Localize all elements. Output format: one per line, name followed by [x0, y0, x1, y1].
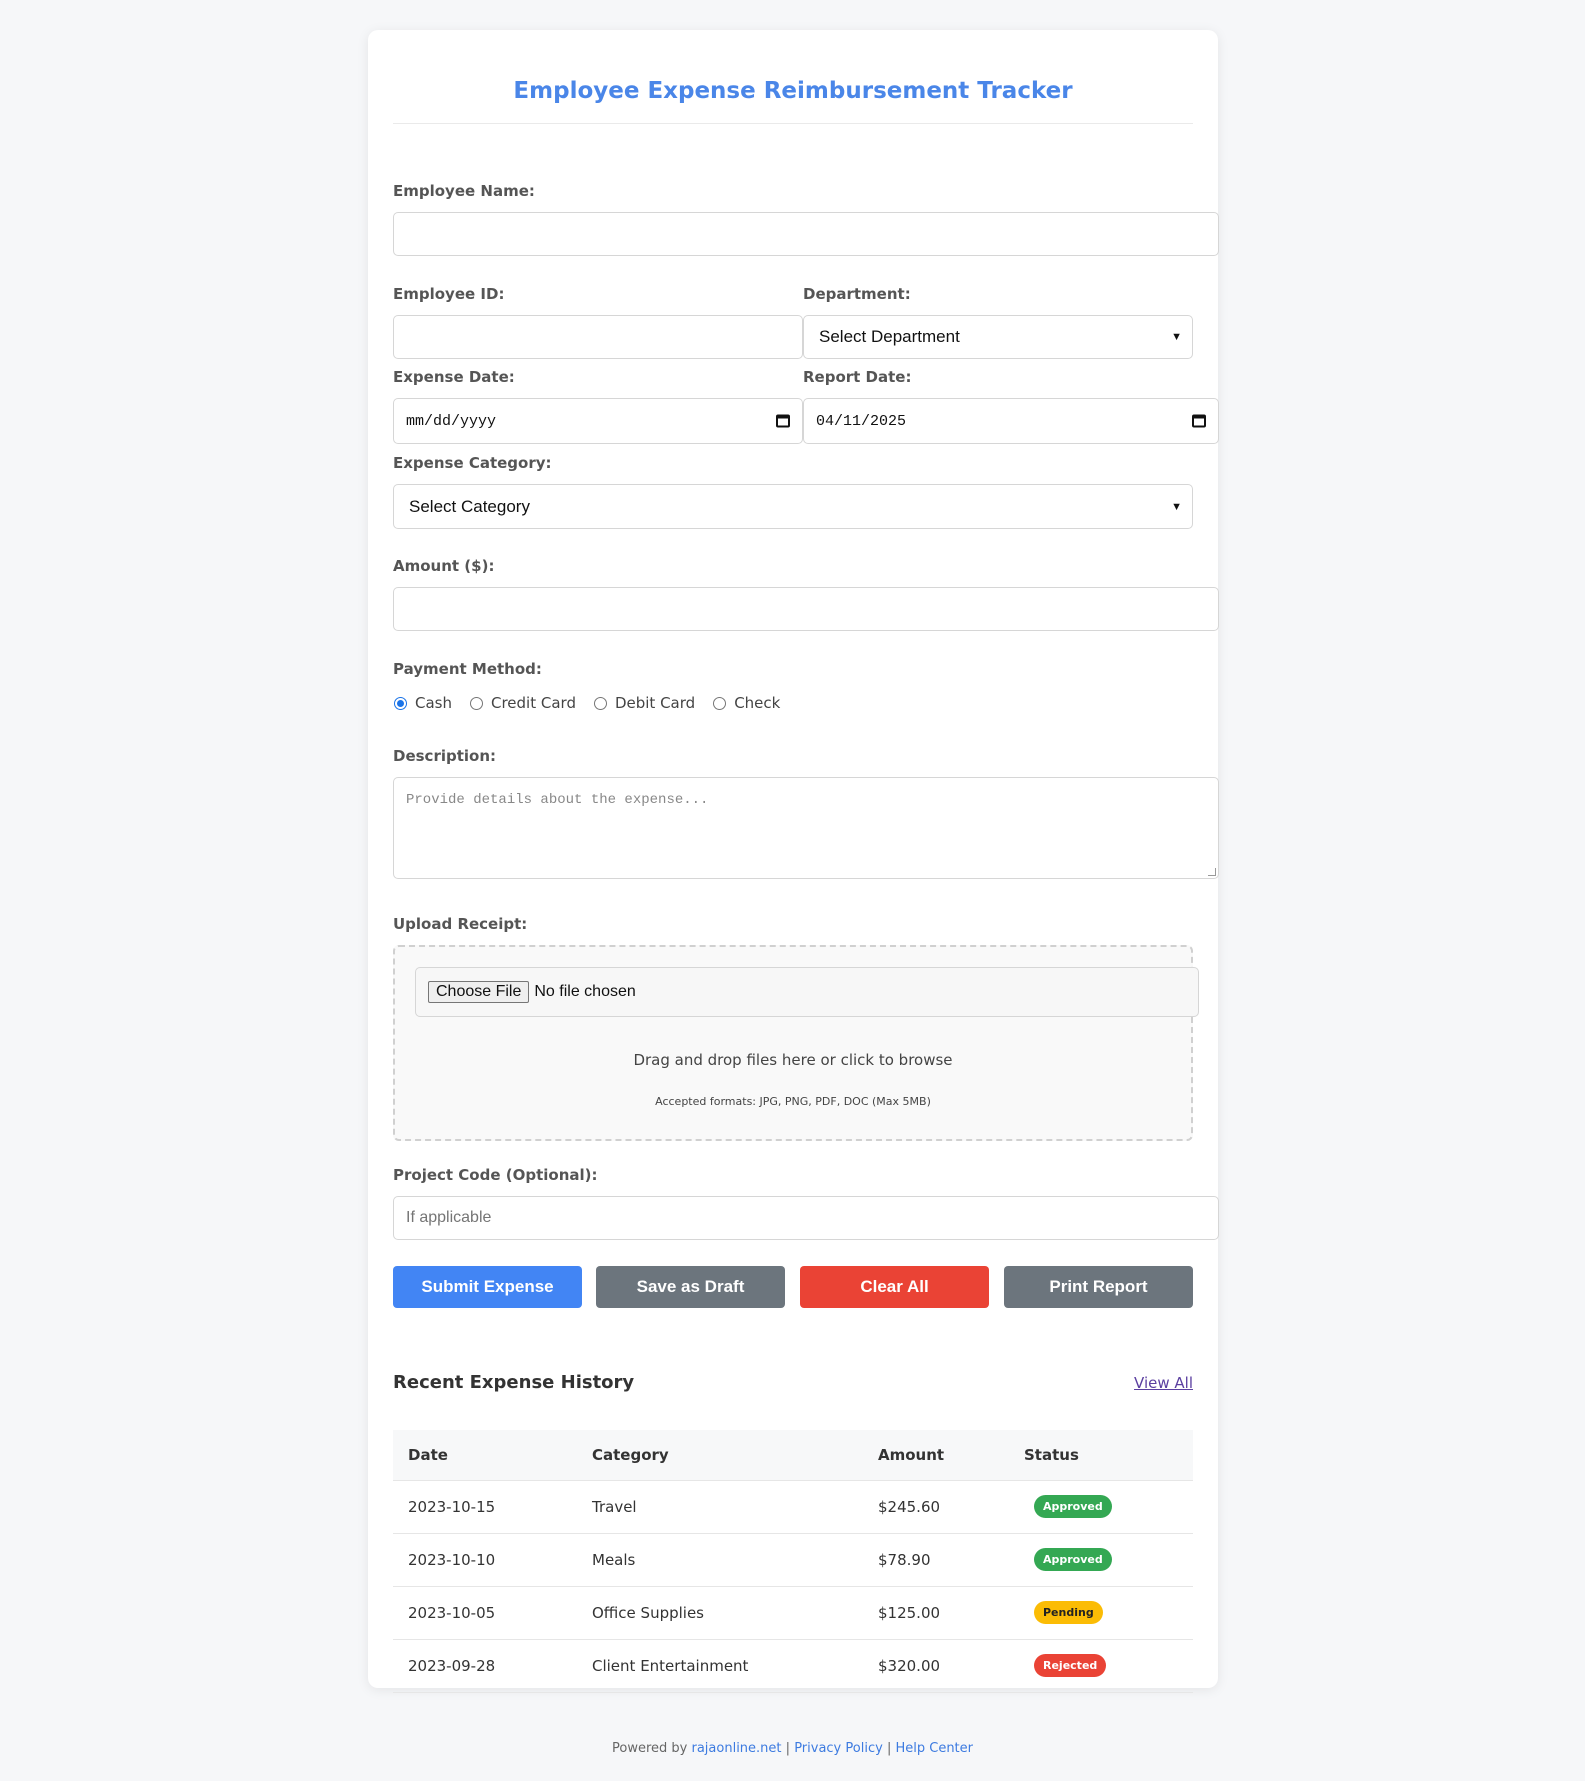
row-date: 2023-10-10: [393, 1533, 577, 1587]
footer-separator: |: [785, 1741, 791, 1756]
column-header-date: Date: [393, 1430, 577, 1481]
file-status-text: No file chosen: [534, 983, 636, 1000]
expense-category-selected-value: Select Category: [409, 496, 530, 516]
employee-id-input[interactable]: [393, 315, 803, 359]
help-center-link[interactable]: Help Center: [895, 1741, 973, 1756]
description-placeholder: Provide details about the expense...: [406, 792, 709, 808]
project-code-input[interactable]: [393, 1196, 1219, 1240]
status-badge: Approved: [1034, 1548, 1112, 1571]
calendar-icon[interactable]: [776, 414, 790, 428]
department-label: Department:: [803, 285, 911, 303]
employee-name-label: Employee Name:: [393, 182, 535, 200]
row-amount: $78.90: [863, 1533, 1009, 1587]
clear-all-button[interactable]: Clear All: [800, 1266, 989, 1308]
table-header-row: Date Category Amount Status: [393, 1430, 1193, 1481]
department-selected-value: Select Department: [819, 327, 960, 346]
payment-option-label: Check: [734, 694, 781, 712]
payment-method-label: Payment Method:: [393, 660, 542, 678]
expense-history-table: Date Category Amount Status 2023-10-15 T…: [393, 1430, 1193, 1693]
view-all-link[interactable]: View All: [1134, 1374, 1193, 1392]
column-header-amount: Amount: [863, 1430, 1009, 1481]
expense-date-input[interactable]: mm/dd/yyyy: [393, 398, 803, 444]
employee-id-label: Employee ID:: [393, 285, 505, 303]
amount-input[interactable]: [393, 587, 1219, 631]
report-date-value: 04/11/2025: [816, 412, 907, 430]
report-date-input[interactable]: 04/11/2025: [803, 398, 1219, 444]
table-row: 2023-10-15 Travel $245.60 Approved: [393, 1480, 1193, 1534]
expense-category-select[interactable]: Select Category ▼: [393, 484, 1193, 529]
table-row: 2023-09-28 Client Entertainment $320.00 …: [393, 1639, 1193, 1693]
resize-handle-icon[interactable]: [1208, 868, 1216, 876]
radio-icon[interactable]: [713, 696, 727, 710]
row-category: Office Supplies: [577, 1586, 863, 1640]
column-header-category: Category: [577, 1430, 863, 1481]
powered-by-text: Powered by: [612, 1741, 688, 1756]
chevron-down-icon: ▼: [1171, 500, 1182, 513]
radio-icon[interactable]: [593, 696, 607, 710]
privacy-policy-link[interactable]: Privacy Policy: [794, 1741, 883, 1756]
row-date: 2023-10-05: [393, 1586, 577, 1640]
payment-method-group: Cash Credit Card Debit Card Check: [394, 694, 798, 712]
calendar-icon[interactable]: [1192, 414, 1206, 428]
payment-option-label: Credit Card: [491, 694, 576, 712]
payment-option-label: Debit Card: [614, 694, 696, 712]
payment-option-debit-card[interactable]: Debit Card: [593, 694, 696, 712]
row-amount: $320.00: [863, 1639, 1009, 1693]
radio-selected-icon[interactable]: [394, 696, 407, 710]
employee-name-input[interactable]: [393, 212, 1219, 256]
save-draft-button[interactable]: Save as Draft: [596, 1266, 785, 1308]
footer-separator: |: [886, 1741, 892, 1756]
row-category: Client Entertainment: [577, 1639, 863, 1693]
row-date: 2023-09-28: [393, 1639, 577, 1693]
upload-receipt-label: Upload Receipt:: [393, 915, 528, 933]
receipt-dropzone[interactable]: Choose File No file chosen Drag and drop…: [393, 945, 1199, 1141]
chevron-down-icon: ▼: [1171, 331, 1182, 343]
submit-expense-button[interactable]: Submit Expense: [393, 1266, 582, 1308]
row-date: 2023-10-15: [393, 1480, 577, 1534]
print-report-button[interactable]: Print Report: [1004, 1266, 1193, 1308]
page-title: Employee Expense Reimbursement Tracker: [513, 78, 1073, 104]
dropzone-instructions: Drag and drop files here or click to bro…: [633, 1051, 953, 1069]
report-date-label: Report Date:: [803, 368, 912, 386]
expense-date-value: mm/dd/yyyy: [406, 412, 497, 430]
payment-option-credit-card[interactable]: Credit Card: [470, 694, 576, 712]
choose-file-button[interactable]: Choose File: [428, 981, 530, 1003]
column-header-status: Status: [1009, 1430, 1193, 1481]
payment-option-label: Cash: [415, 694, 452, 712]
title-divider: [393, 123, 1193, 124]
table-row: 2023-10-05 Office Supplies $125.00 Pendi…: [393, 1586, 1193, 1640]
description-label: Description:: [393, 747, 497, 765]
project-code-label: Project Code (Optional):: [393, 1166, 598, 1184]
radio-icon[interactable]: [470, 696, 483, 710]
status-badge: Pending: [1034, 1601, 1103, 1624]
row-amount: $245.60: [863, 1480, 1009, 1534]
history-title: Recent Expense History: [393, 1372, 635, 1393]
row-amount: $125.00: [863, 1586, 1009, 1640]
table-row: 2023-10-10 Meals $78.90 Approved: [393, 1533, 1193, 1587]
site-link[interactable]: rajaonline.net: [692, 1741, 782, 1756]
expense-form-card: Employee Expense Reimbursement Tracker E…: [368, 30, 1219, 1693]
payment-option-cash[interactable]: Cash: [394, 694, 452, 712]
status-badge: Rejected: [1034, 1654, 1107, 1677]
expense-category-label: Expense Category:: [393, 454, 552, 472]
department-select[interactable]: Select Department ▼: [803, 315, 1193, 359]
expense-date-label: Expense Date:: [393, 368, 515, 386]
footer: Powered by rajaonline.net | Privacy Poli…: [0, 1741, 1585, 1756]
file-input[interactable]: Choose File No file chosen: [415, 967, 1199, 1017]
amount-label: Amount ($):: [393, 557, 495, 575]
description-textarea[interactable]: Provide details about the expense...: [393, 777, 1219, 879]
dropzone-formats: Accepted formats: JPG, PNG, PDF, DOC (Ma…: [655, 1095, 931, 1108]
payment-option-check[interactable]: Check: [713, 694, 780, 712]
row-category: Meals: [577, 1533, 863, 1587]
status-badge: Approved: [1034, 1495, 1112, 1518]
row-category: Travel: [577, 1480, 863, 1534]
